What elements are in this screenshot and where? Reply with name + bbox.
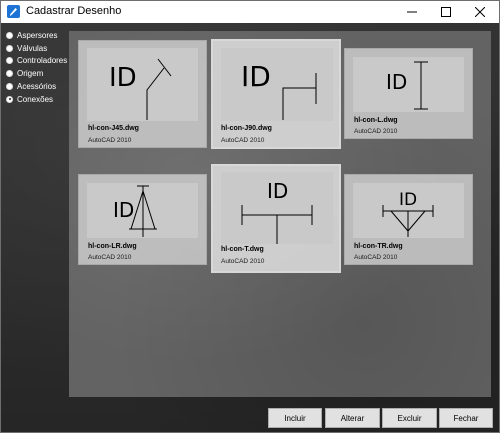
minimize-icon	[407, 11, 417, 13]
drawing-file-type: AutoCAD 2010	[221, 258, 265, 265]
thumbnail-id-text: ID	[386, 70, 407, 94]
drawing-card[interactable]: ID hl-con-T.dwg AutoCAD 2010	[211, 164, 341, 273]
drawing-card[interactable]: ID hl-con-TR.dwg AutoCAD 2010	[344, 174, 473, 265]
drawing-file-name: hl-con-J45.dwg	[88, 125, 139, 132]
drawing-file-type: AutoCAD 2010	[354, 128, 398, 135]
radio-label: Acessórios	[17, 82, 57, 92]
maximize-button[interactable]	[429, 1, 463, 23]
radio-button[interactable]	[6, 83, 13, 91]
radio-button[interactable]	[6, 70, 13, 78]
radio-label: Válvulas	[17, 43, 48, 53]
thumbnail-id-text: ID	[267, 179, 288, 203]
drawing-card[interactable]: ID hl-con-J45.dwg AutoCAD 2010	[78, 40, 207, 148]
radio-label: Aspersores	[17, 30, 58, 40]
radio-origem[interactable]: Origem	[6, 67, 70, 80]
radio-acessorios[interactable]: Acessórios	[6, 80, 70, 93]
radio-label: Conexões	[17, 94, 54, 104]
drawing-thumbnail: ID	[221, 48, 333, 121]
drawing-card[interactable]: ID hl-con-J90.dwg AutoCAD 2010	[211, 39, 341, 149]
drawing-file-name: hl-con-LR.dwg	[88, 243, 137, 250]
drawing-file-name: hl-con-TR.dwg	[354, 243, 403, 250]
drawing-file-name: hl-con-T.dwg	[221, 246, 264, 253]
drawing-file-type: AutoCAD 2010	[88, 137, 132, 144]
category-radio-group: Aspersores Válvulas Controladores Origem…	[6, 29, 70, 106]
radio-controladores[interactable]: Controladores	[6, 55, 70, 68]
radio-button[interactable]	[6, 44, 13, 52]
radio-aspersores[interactable]: Aspersores	[6, 29, 70, 42]
radio-valvulas[interactable]: Válvulas	[6, 42, 70, 55]
alterar-button[interactable]: Alterar	[325, 408, 380, 428]
drawing-card[interactable]: ID hl-con-L.dwg AutoCAD 2010	[344, 48, 473, 139]
excluir-button[interactable]: Excluir	[382, 408, 437, 428]
minimize-button[interactable]	[395, 1, 429, 23]
incluir-button[interactable]: Incluir	[268, 408, 322, 428]
cadastrar-desenho-window: Cadastrar Desenho Aspersores Válvulas Co…	[0, 0, 500, 433]
thumbnail-id-text: ID	[241, 60, 271, 93]
window-title: Cadastrar Desenho	[26, 5, 122, 17]
app-icon	[7, 5, 20, 18]
thumbnail-id-text: ID	[113, 198, 134, 222]
radio-button[interactable]	[6, 31, 13, 39]
thumbnail-id-text: ID	[109, 63, 137, 93]
title-bar: Cadastrar Desenho	[1, 1, 499, 23]
fechar-button[interactable]: Fechar	[439, 408, 493, 428]
drawing-thumbnail: ID	[221, 172, 333, 244]
radio-button[interactable]	[6, 57, 13, 65]
radio-button-checked[interactable]	[6, 95, 13, 103]
drawing-file-name: hl-con-J90.dwg	[221, 125, 272, 132]
close-button[interactable]	[463, 1, 497, 23]
drawing-card[interactable]: ID hl-con-LR.dwg AutoCAD 2010	[78, 174, 207, 265]
radio-conexoes[interactable]: Conexões	[6, 93, 70, 106]
radio-label: Origem	[17, 69, 44, 79]
close-icon	[475, 7, 485, 17]
thumbnail-id-text: ID	[399, 190, 417, 210]
drawing-thumbnail: ID	[353, 57, 464, 112]
radio-label: Controladores	[17, 56, 68, 66]
drawing-file-type: AutoCAD 2010	[88, 254, 132, 261]
drawing-thumbnail: ID	[87, 183, 198, 238]
drawing-file-name: hl-con-L.dwg	[354, 117, 398, 124]
maximize-icon	[441, 7, 451, 17]
drawing-gallery: ID hl-con-J45.dwg AutoCAD 2010 ID hl-con…	[69, 31, 491, 397]
drawing-file-type: AutoCAD 2010	[354, 254, 398, 261]
drawing-thumbnail: ID	[87, 48, 198, 121]
drawing-file-type: AutoCAD 2010	[221, 137, 265, 144]
drawing-thumbnail: ID	[353, 183, 464, 238]
